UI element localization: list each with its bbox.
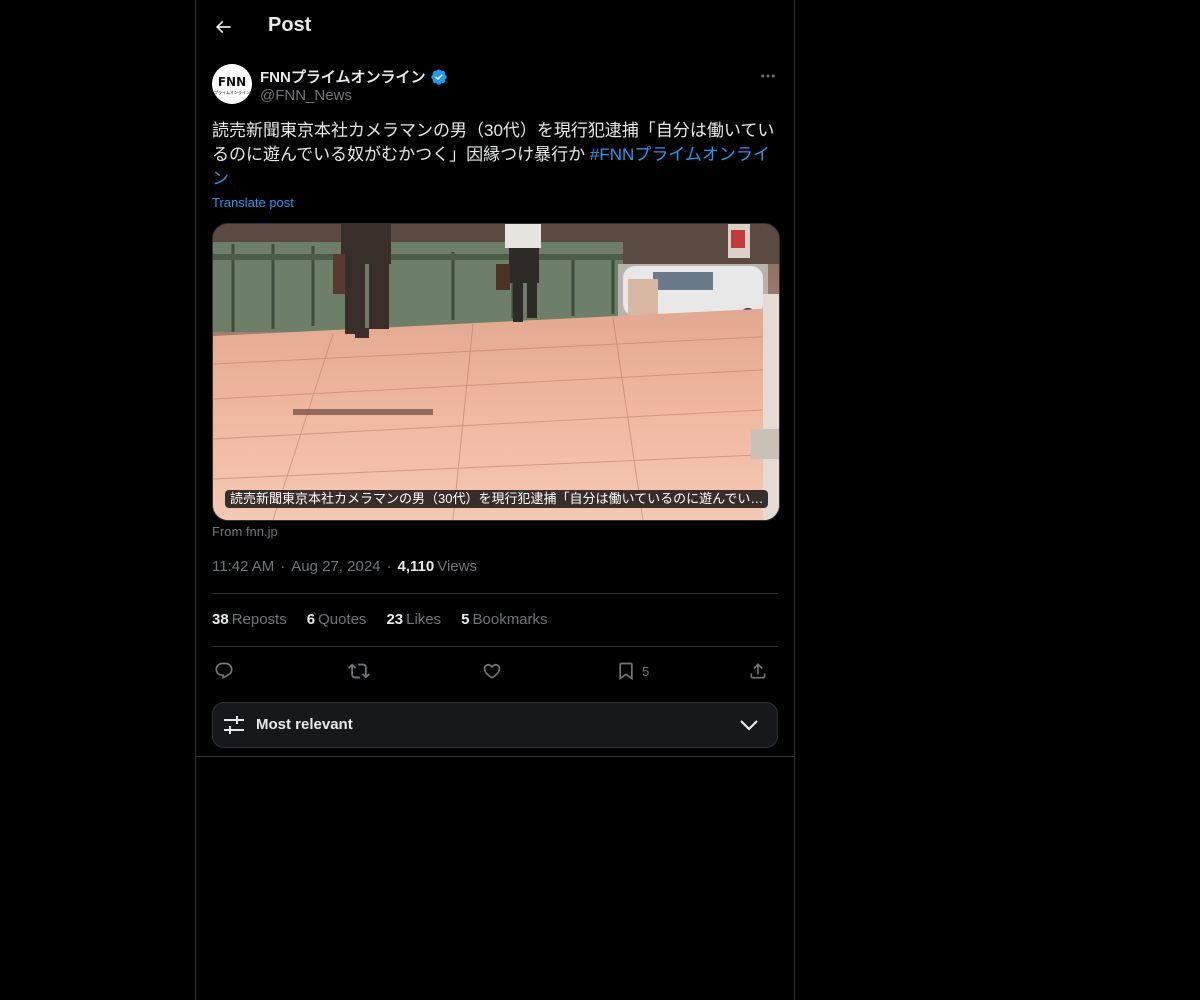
bookmark-button[interactable]: 5 <box>616 656 649 686</box>
reply-icon <box>215 662 233 680</box>
sliders-icon <box>224 716 244 734</box>
quotes-stat[interactable]: 6 Quotes <box>307 611 367 628</box>
stat-label: Likes <box>406 611 442 628</box>
avatar-logo-text: FNN <box>218 75 246 89</box>
share-icon <box>750 663 766 679</box>
post-text: 読売新聞東京本社カメラマンの男（30代）を現行犯逮捕「自分は働いているのに遊んで… <box>212 119 778 191</box>
sort-label: Most relevant <box>256 716 353 733</box>
chevron-down-icon <box>740 720 758 731</box>
author-name-link[interactable]: FNNプライムオンライン <box>260 66 448 87</box>
primary-column: Post FNN プライムオンライン FNNプライムオンライン @FNN_New… <box>195 0 795 1000</box>
heart-icon <box>483 663 501 679</box>
arrow-left-icon <box>215 20 231 34</box>
stat-label: Quotes <box>318 611 367 628</box>
author-handle[interactable]: @FNN_News <box>260 87 352 104</box>
reposts-stat[interactable]: 38 Reposts <box>212 611 287 628</box>
bookmarks-stat[interactable]: 5 Bookmarks <box>461 611 547 628</box>
meta-separator: · <box>280 558 286 575</box>
stat-label: Reposts <box>231 611 287 628</box>
meta-separator: · <box>386 558 392 575</box>
repost-icon <box>348 663 370 679</box>
verified-badge-icon <box>430 68 447 85</box>
views-count: 4,110 <box>397 558 435 575</box>
page-title: Post <box>268 14 312 36</box>
card-source-link[interactable]: From fnn.jp <box>212 524 278 539</box>
card-photo <box>213 224 779 520</box>
action-bar: 5 <box>212 656 778 686</box>
views-label: Views <box>437 558 477 575</box>
post-meta: 11:42 AM · Aug 27, 2024 · 4,110 Views <box>212 558 477 575</box>
post-time[interactable]: 11:42 AM <box>212 558 274 575</box>
like-button[interactable] <box>482 656 502 686</box>
avatar-logo-subtext: プライムオンライン <box>214 89 250 95</box>
divider <box>212 593 778 594</box>
stat-count: 38 <box>212 611 229 628</box>
reply-button[interactable] <box>214 656 234 686</box>
author-name: FNNプライムオンライン <box>260 69 426 86</box>
link-card-image[interactable]: 読売新聞東京本社カメラマンの男（30代）を現行犯逮捕「自分は働いているのに遊んで… <box>212 223 780 521</box>
divider <box>212 646 778 647</box>
stat-count: 5 <box>461 611 470 628</box>
divider <box>196 756 794 757</box>
back-button[interactable] <box>206 10 240 44</box>
post-date[interactable]: Aug 27, 2024 <box>291 558 380 575</box>
avatar[interactable]: FNN プライムオンライン <box>212 64 252 104</box>
translate-post-link[interactable]: Translate post <box>212 195 294 210</box>
stat-count: 6 <box>306 611 316 628</box>
bookmark-icon <box>619 662 633 681</box>
share-button[interactable] <box>748 656 768 686</box>
repost-button[interactable] <box>348 656 370 686</box>
stat-label: Bookmarks <box>472 611 548 628</box>
sort-replies-dropdown[interactable]: Most relevant <box>212 702 778 748</box>
card-caption: 読売新聞東京本社カメラマンの男（30代）を現行犯逮捕「自分は働いているのに遊んで… <box>225 490 769 508</box>
more-horizontal-icon <box>761 74 775 78</box>
stat-count: 23 <box>386 611 404 628</box>
engagement-stats: 38 Reposts 6 Quotes 23 Likes 5 Bookmarks <box>212 611 568 628</box>
likes-stat[interactable]: 23 Likes <box>386 611 441 628</box>
bookmark-count: 5 <box>642 663 650 679</box>
page-header: Post <box>196 0 794 53</box>
more-options-button[interactable] <box>756 64 780 88</box>
